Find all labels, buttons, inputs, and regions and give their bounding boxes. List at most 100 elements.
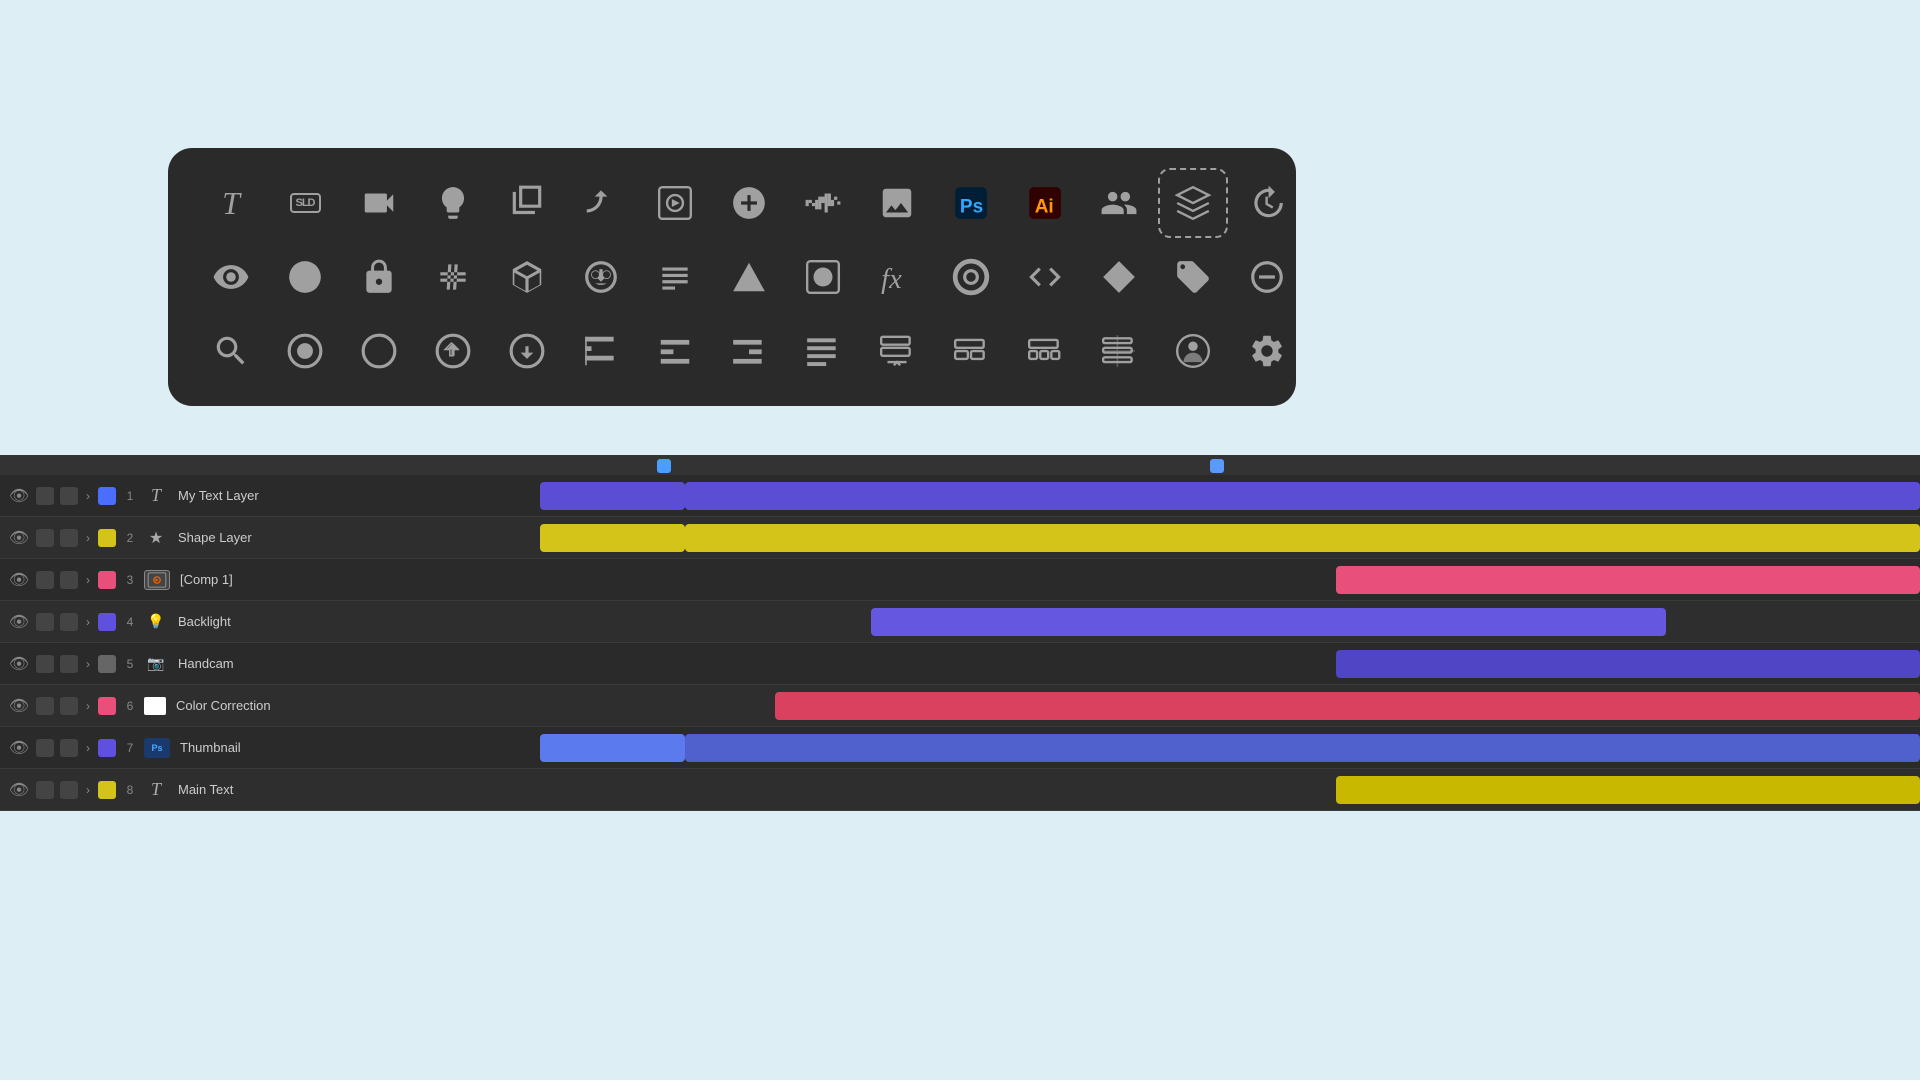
image-icon[interactable] [862, 168, 932, 238]
layer-color [98, 781, 116, 799]
lock-button[interactable] [60, 781, 78, 799]
record-icon[interactable] [788, 242, 858, 312]
search-icon[interactable] [196, 316, 266, 386]
justify-icon[interactable] [788, 316, 858, 386]
align-center-icon[interactable] [640, 316, 710, 386]
radio-button-icon[interactable] [270, 316, 340, 386]
playhead-left[interactable] [657, 459, 671, 473]
lock-button[interactable] [60, 613, 78, 631]
align-left-icon[interactable] [566, 316, 636, 386]
arrow-up-circle-icon[interactable] [418, 316, 488, 386]
eye-icon[interactable] [196, 242, 266, 312]
timeline-bar[interactable] [1336, 566, 1920, 594]
layer-row: 👁 › 1 T My Text Layer [0, 475, 1920, 517]
code-icon[interactable] [1010, 242, 1080, 312]
slide-icon[interactable]: SLD [270, 168, 340, 238]
timeline-bar[interactable] [1336, 776, 1920, 804]
visibility-toggle[interactable]: 👁 [8, 486, 30, 506]
timeline-bar[interactable] [1336, 650, 1920, 678]
expand-chevron[interactable]: › [86, 489, 90, 503]
lock-icon[interactable] [344, 242, 414, 312]
transform-icon[interactable] [492, 168, 562, 238]
cube-icon[interactable] [492, 242, 562, 312]
icon-row-1: T SLD [196, 168, 1268, 238]
fx-icon[interactable]: fx [862, 242, 932, 312]
split-v1-icon[interactable] [862, 316, 932, 386]
timeline-bars-4 [540, 601, 1920, 642]
playhead-right[interactable] [1210, 459, 1224, 473]
solo-button[interactable] [36, 655, 54, 673]
expand-chevron[interactable]: › [86, 531, 90, 545]
triangle-up-icon[interactable] [714, 242, 784, 312]
align-eq-icon[interactable] [1084, 316, 1154, 386]
solo-button[interactable] [36, 613, 54, 631]
lock-button[interactable] [60, 529, 78, 547]
tag-icon[interactable] [1158, 242, 1228, 312]
visibility-toggle[interactable]: 👁 [8, 738, 30, 758]
waveform-icon[interactable] [788, 168, 858, 238]
circle-outline-icon[interactable] [344, 316, 414, 386]
timeline-bar-2[interactable] [685, 524, 1920, 552]
timeline-bar-2[interactable] [685, 734, 1920, 762]
split-v3-icon[interactable] [1010, 316, 1080, 386]
timeline-bar[interactable] [540, 482, 685, 510]
video-camera-icon[interactable] [344, 168, 414, 238]
visibility-toggle[interactable]: 👁 [8, 696, 30, 716]
expand-chevron[interactable]: › [86, 615, 90, 629]
gear-icon[interactable] [1232, 316, 1302, 386]
bend-icon[interactable] [566, 168, 636, 238]
lock-button[interactable] [60, 655, 78, 673]
playhead-area[interactable] [0, 455, 1920, 475]
layer-row: 👁 › 3 [Comp 1] [0, 559, 1920, 601]
visibility-toggle[interactable]: 👁 [8, 612, 30, 632]
expand-chevron[interactable]: › [86, 657, 90, 671]
timeline-bar[interactable] [540, 734, 685, 762]
timeline-bar-2[interactable] [685, 482, 1920, 510]
person-circle-icon[interactable] [1158, 316, 1228, 386]
photoshop-icon[interactable]: Ps [936, 168, 1006, 238]
text-align-icon[interactable] [640, 242, 710, 312]
visibility-toggle[interactable]: 👁 [8, 528, 30, 548]
people-icon[interactable] [1084, 168, 1154, 238]
circle-filled-icon[interactable] [270, 242, 340, 312]
layer-name: [Comp 1] [180, 572, 233, 587]
layers-select-icon[interactable] [1158, 168, 1228, 238]
lock-button[interactable] [60, 487, 78, 505]
visibility-toggle[interactable]: 👁 [8, 780, 30, 800]
solo-button[interactable] [36, 739, 54, 757]
layer-name: Backlight [178, 614, 231, 629]
mask-icon[interactable] [566, 242, 636, 312]
hash-icon[interactable] [418, 242, 488, 312]
solo-button[interactable] [36, 781, 54, 799]
layer-name: My Text Layer [178, 488, 259, 503]
solo-button[interactable] [36, 487, 54, 505]
visibility-toggle[interactable]: 👁 [8, 654, 30, 674]
illustrator-icon[interactable]: Ai [1010, 168, 1080, 238]
expand-chevron[interactable]: › [86, 573, 90, 587]
lock-button[interactable] [60, 739, 78, 757]
expand-chevron[interactable]: › [86, 699, 90, 713]
history-icon[interactable] [1232, 168, 1302, 238]
solo-button[interactable] [36, 529, 54, 547]
split-v2-icon[interactable] [936, 316, 1006, 386]
comp-motion-icon[interactable] [640, 168, 710, 238]
lock-button[interactable] [60, 571, 78, 589]
arrow-down-circle-icon[interactable] [492, 316, 562, 386]
visibility-toggle[interactable]: 👁 [8, 570, 30, 590]
timeline-bar[interactable] [540, 524, 685, 552]
ring-icon[interactable] [936, 242, 1006, 312]
solo-button[interactable] [36, 571, 54, 589]
layer-name: Color Correction [176, 698, 271, 713]
diamond-icon[interactable] [1084, 242, 1154, 312]
solo-button[interactable] [36, 697, 54, 715]
timeline-bar[interactable] [871, 608, 1666, 636]
lock-button[interactable] [60, 697, 78, 715]
expand-chevron[interactable]: › [86, 783, 90, 797]
lightbulb-icon[interactable] [418, 168, 488, 238]
align-right-icon[interactable] [714, 316, 784, 386]
no-entry-icon[interactable] [1232, 242, 1302, 312]
timeline-bar[interactable] [775, 692, 1920, 720]
expand-chevron[interactable]: › [86, 741, 90, 755]
text-tool-icon[interactable]: T [196, 168, 266, 238]
circle-plus-icon[interactable] [714, 168, 784, 238]
